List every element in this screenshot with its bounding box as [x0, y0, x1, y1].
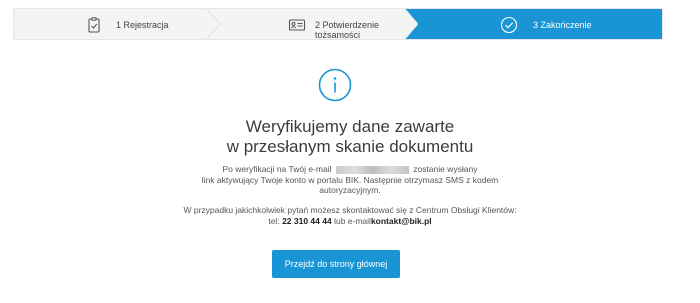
- step-registration: 1 Rejestracja: [14, 9, 221, 39]
- contact-email: kontakt@bik.pl: [370, 215, 432, 226]
- go-to-homepage-button[interactable]: Przejdź do strony głównej: [272, 250, 400, 278]
- tel-prefix: tel:: [268, 215, 280, 226]
- step-identity-confirmation: 2 Potwierdzenie tożsamości: [220, 9, 419, 40]
- verify-text-line3: autoryzacyjnym.: [319, 185, 381, 195]
- chevron-separator: [405, 9, 419, 39]
- info-icon: [318, 68, 352, 102]
- phone-number: 22 310 44 44: [282, 215, 332, 226]
- step-label: 1 Rejestracja: [116, 20, 169, 30]
- masked-email: [335, 165, 409, 174]
- chevron-separator: [207, 9, 221, 39]
- page-title-line1: Weryfikujemy dane zawarte: [245, 117, 455, 136]
- contact-text-line1: W przypadku jakichkolwiek pytań możesz s…: [183, 205, 517, 215]
- step-completion: 3 Zakończenie: [418, 9, 662, 39]
- email-prefix: lub e-mail: [334, 215, 371, 226]
- verification-message: Po weryfikacji na Twój e-mail zostanie w…: [0, 164, 700, 196]
- step-label: 2 Potwierdzenie tożsamości: [315, 20, 380, 40]
- progress-stepper: 1 Rejestracja 2 Potwierdzenie tożsamości…: [13, 8, 663, 40]
- check-circle-icon: [500, 16, 518, 34]
- id-card-icon: [288, 19, 306, 31]
- step-label: 3 Zakończenie: [533, 20, 592, 30]
- verify-text-line2: link aktywujący Twoje konto w portalu BI…: [201, 174, 499, 185]
- contact-message: W przypadku jakichkolwiek pytań możesz s…: [0, 205, 700, 226]
- page-title-line2: w przesłanym skanie dokumentu: [226, 137, 474, 156]
- verify-text-prefix: Po weryfikacji na Twój e-mail: [222, 164, 332, 174]
- verify-text-suffix: zostanie wysłany: [413, 164, 478, 174]
- clipboard-check-icon: [88, 17, 100, 33]
